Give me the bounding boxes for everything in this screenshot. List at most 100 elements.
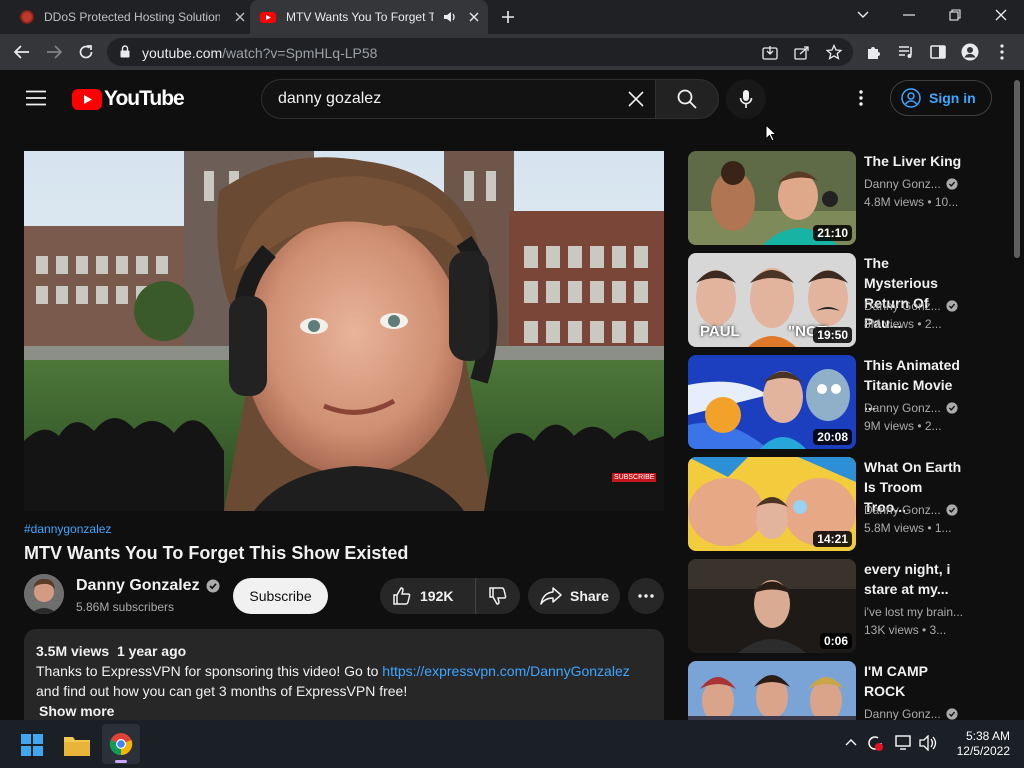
- forward-arrow-icon[interactable]: [42, 40, 66, 64]
- chrome-menu-dots-icon[interactable]: [990, 40, 1014, 64]
- reload-icon[interactable]: [74, 40, 98, 64]
- related-video[interactable]: PAUL "NOT 19:50 The Mysterious Return Of…: [688, 253, 1008, 347]
- related-channel[interactable]: Danny Gonz...: [864, 177, 958, 191]
- youtube-logo[interactable]: YouTube: [72, 87, 185, 111]
- extensions-puzzle-icon[interactable]: [862, 40, 886, 64]
- related-stats: 13K views • 3...: [864, 623, 947, 637]
- page-scrollbar[interactable]: [1010, 70, 1024, 720]
- video-thumbnail[interactable]: 21:10: [688, 151, 856, 245]
- player-subscribe-watermark[interactable]: SUBSCRIBE: [612, 473, 657, 482]
- verified-check-icon: [946, 708, 958, 720]
- video-duration: 20:08: [813, 429, 852, 445]
- back-arrow-icon[interactable]: [10, 40, 34, 64]
- tab-search-chevron-icon[interactable]: [853, 5, 873, 25]
- youtube-logo-text: YouTube: [104, 87, 185, 110]
- video-duration: 14:21: [813, 531, 852, 547]
- subscriber-count: 5.86M subscribers: [76, 600, 175, 614]
- lock-icon[interactable]: [120, 45, 130, 58]
- video-player[interactable]: SUBSCRIBE: [24, 151, 664, 511]
- clear-search-icon[interactable]: [628, 91, 644, 107]
- related-video[interactable]: 21:10 The Liver King Danny Gonz... 4.8M …: [688, 151, 1008, 245]
- video-thumbnail[interactable]: 0:06: [688, 559, 856, 653]
- close-tab-icon[interactable]: [230, 7, 250, 27]
- related-title[interactable]: The Liver King: [864, 151, 966, 171]
- side-panel-icon[interactable]: [926, 40, 950, 64]
- related-channel[interactable]: Danny Gonz...: [864, 707, 958, 720]
- new-tab-plus-icon[interactable]: [498, 7, 518, 27]
- tab-ddos-hosting[interactable]: DDoS Protected Hosting Solution: [10, 0, 250, 34]
- related-title[interactable]: every night, i stare at my...: [864, 559, 966, 599]
- close-tab-icon[interactable]: [464, 7, 484, 27]
- install-app-icon[interactable]: [758, 40, 782, 64]
- related-video[interactable]: 14:21 What On Earth Is Troom Troo... Dan…: [688, 457, 1008, 551]
- search-input[interactable]: danny gozalez: [278, 90, 381, 108]
- chrome-taskbar-icon[interactable]: [102, 724, 140, 764]
- search-box[interactable]: danny gozalez: [261, 79, 655, 119]
- windows-start-icon[interactable]: [21, 734, 43, 756]
- related-channel[interactable]: Danny Gonz...: [864, 503, 958, 517]
- profile-avatar-icon[interactable]: [958, 40, 982, 64]
- network-icon[interactable]: [895, 735, 913, 751]
- video-hashtag[interactable]: #dannygonzalez: [24, 522, 111, 536]
- url-domain: youtube.com: [142, 45, 223, 61]
- address-bar[interactable]: youtube.com/watch?v=SpmHLq-LP58: [107, 38, 853, 66]
- file-explorer-icon[interactable]: [64, 734, 90, 756]
- system-clock[interactable]: 5:38 AM 12/5/2022: [957, 729, 1010, 759]
- volume-icon[interactable]: [919, 735, 937, 751]
- system-tray-chevron-icon[interactable]: [845, 738, 857, 746]
- channel-avatar[interactable]: [24, 574, 64, 614]
- youtube-play-logo-icon: [72, 88, 102, 110]
- related-channel[interactable]: Danny Gonz...: [864, 401, 958, 415]
- thumbnail-text: PAUL: [700, 323, 740, 340]
- share-page-icon[interactable]: [790, 40, 814, 64]
- related-channel[interactable]: Danny Gonz...: [864, 299, 958, 313]
- clock-date: 12/5/2022: [956, 744, 1010, 758]
- url-path: /watch?v=SpmHLq-LP58: [222, 45, 378, 61]
- sponsor-link[interactable]: https://expressvpn.com/DannyGonzalez: [382, 663, 629, 679]
- like-button[interactable]: 192K: [380, 578, 476, 614]
- hamburger-menu-icon[interactable]: [26, 90, 46, 106]
- video-thumbnail[interactable]: 14:21: [688, 457, 856, 551]
- video-duration: 0:06: [819, 633, 852, 649]
- voice-search-button[interactable]: [726, 79, 766, 119]
- sync-alert-icon[interactable]: [866, 734, 884, 752]
- tab-mtv-video[interactable]: MTV Wants You To Forget Th: [250, 0, 488, 34]
- related-channel[interactable]: i've lost my brain...: [864, 605, 963, 619]
- related-channel-name: Danny Gonz...: [864, 299, 941, 313]
- url-text[interactable]: youtube.com/watch?v=SpmHLq-LP58: [142, 45, 377, 61]
- related-title[interactable]: I'M CAMP ROCK: [864, 661, 966, 701]
- bookmark-star-icon[interactable]: [822, 40, 846, 64]
- video-thumbnail[interactable]: 20:08: [688, 355, 856, 449]
- mouse-cursor-icon: [765, 124, 777, 142]
- share-label: Share: [570, 588, 609, 604]
- channel-name-text: Danny Gonzalez: [76, 577, 200, 594]
- settings-dots-icon[interactable]: [859, 90, 863, 106]
- show-more-button[interactable]: Show more: [39, 701, 652, 721]
- sign-in-button[interactable]: Sign in: [890, 80, 992, 116]
- subscribe-button[interactable]: Subscribe: [233, 578, 328, 614]
- related-video[interactable]: 20:08 This Animated Titanic Movie ... Da…: [688, 355, 1008, 449]
- verified-check-icon: [946, 300, 958, 312]
- more-actions-button[interactable]: [628, 578, 664, 614]
- dislike-button[interactable]: [476, 586, 520, 606]
- close-window-icon[interactable]: [991, 5, 1011, 25]
- verified-check-icon: [946, 402, 958, 414]
- related-video[interactable]: 0:06 every night, i stare at my... i've …: [688, 559, 1008, 653]
- related-video[interactable]: I'M CAMP ROCK Danny Gonz...: [688, 661, 1008, 720]
- media-queue-icon[interactable]: [894, 40, 918, 64]
- description-box[interactable]: 3.5M views 1 year ago Thanks to ExpressV…: [24, 629, 664, 729]
- video-title: MTV Wants You To Forget This Show Existe…: [24, 543, 409, 563]
- view-count: 3.5M views: [36, 643, 110, 659]
- thumbs-down-icon: [489, 587, 507, 605]
- video-frame-image: [24, 151, 664, 511]
- minimize-window-icon[interactable]: [899, 5, 919, 25]
- audio-playing-icon[interactable]: [440, 7, 460, 27]
- restore-window-icon[interactable]: [945, 5, 965, 25]
- share-button[interactable]: Share: [528, 578, 620, 614]
- search-button[interactable]: [655, 79, 719, 119]
- scrollbar-thumb[interactable]: [1014, 80, 1020, 258]
- video-thumbnail[interactable]: [688, 661, 856, 720]
- video-thumbnail[interactable]: PAUL "NOT 19:50: [688, 253, 856, 347]
- like-count: 192K: [420, 588, 454, 604]
- channel-name[interactable]: Danny Gonzalez: [76, 577, 220, 595]
